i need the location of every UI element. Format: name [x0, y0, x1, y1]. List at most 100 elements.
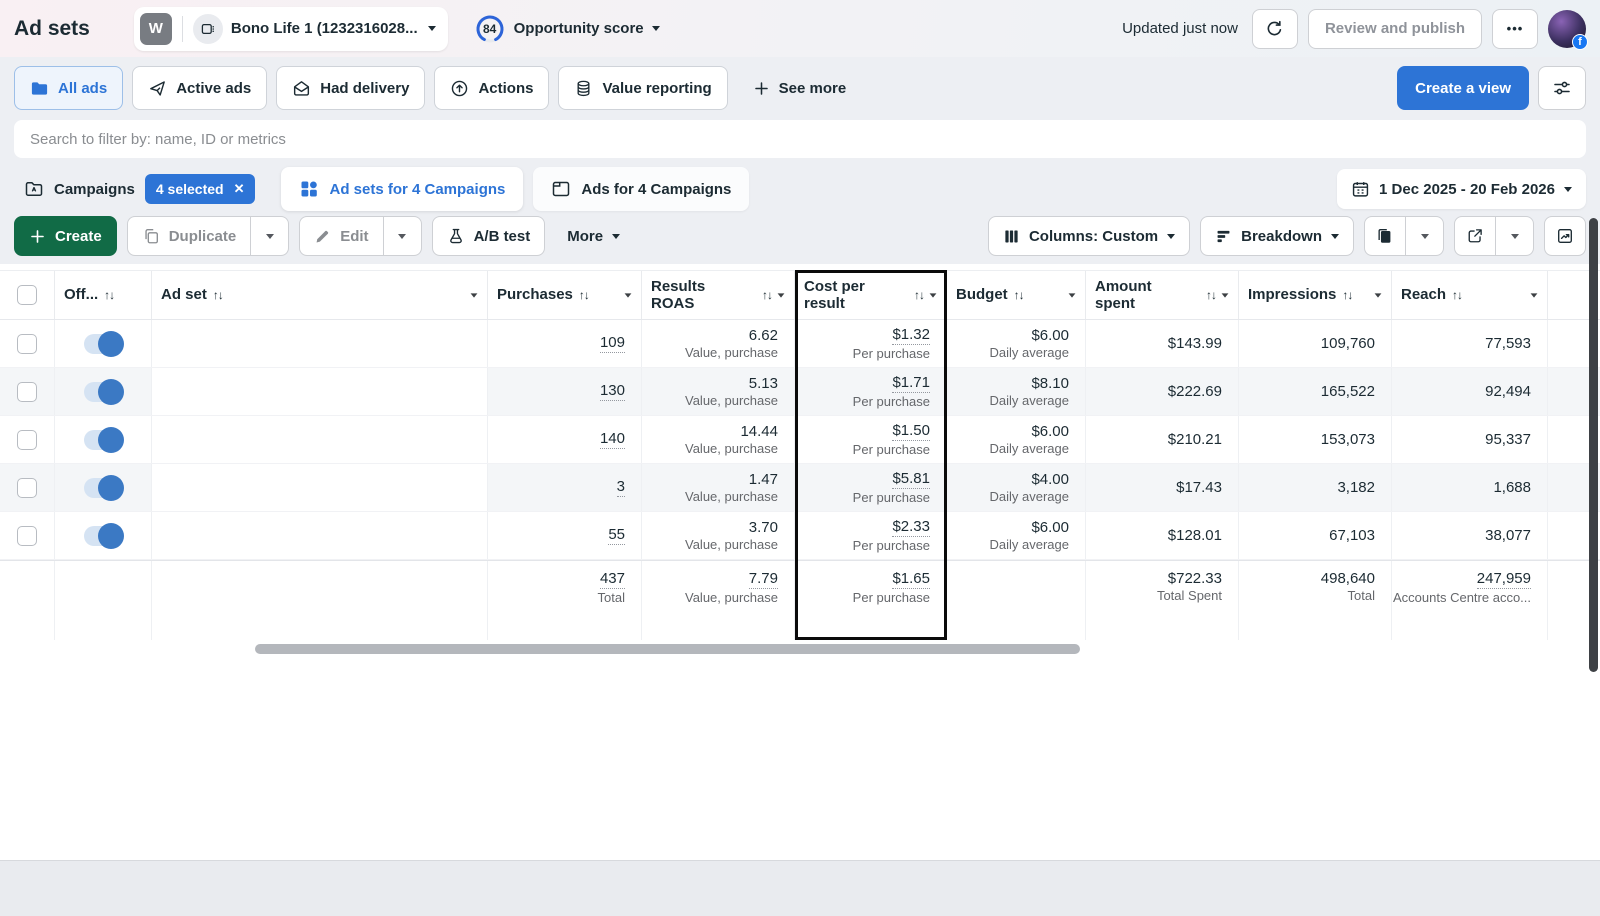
filter-chip-had-delivery[interactable]: Had delivery: [276, 66, 425, 110]
row-checkbox[interactable]: [17, 334, 37, 354]
chevron-down-icon[interactable]: [1069, 293, 1076, 297]
score-ring: 84: [474, 13, 506, 45]
row-checkbox[interactable]: [17, 430, 37, 450]
budget-sublabel: Daily average: [990, 489, 1070, 504]
purchases-value[interactable]: 55: [608, 526, 625, 545]
cpr-value[interactable]: $1.32: [892, 326, 930, 345]
edit-button[interactable]: Edit: [299, 216, 383, 256]
more-options-button[interactable]: •••: [1492, 9, 1538, 49]
score-value: 84: [474, 13, 506, 45]
purchases-value[interactable]: 109: [600, 334, 625, 353]
export-dropdown[interactable]: [1496, 216, 1534, 256]
workspace-badge[interactable]: W: [140, 13, 172, 45]
adset-name-cell[interactable]: [152, 416, 488, 463]
see-more-button[interactable]: See more: [737, 66, 863, 110]
review-publish-button[interactable]: Review and publish: [1308, 9, 1482, 49]
edit-dropdown[interactable]: [384, 216, 422, 256]
vertical-scrollbar[interactable]: [1589, 218, 1598, 672]
column-header-adset[interactable]: Ad set: [152, 271, 488, 319]
purchases-value[interactable]: 140: [600, 430, 625, 449]
adset-status-toggle[interactable]: [84, 478, 122, 498]
create-view-button[interactable]: Create a view: [1397, 66, 1529, 110]
reports-dropdown[interactable]: [1406, 216, 1444, 256]
duplicate-button[interactable]: Duplicate: [127, 216, 252, 256]
duplicate-dropdown[interactable]: [251, 216, 289, 256]
close-icon[interactable]: ✕: [234, 181, 245, 197]
total-blank-cell: [152, 561, 488, 640]
chevron-down-icon[interactable]: [1375, 293, 1382, 297]
filter-chip-all-ads[interactable]: All ads: [14, 66, 123, 110]
spent-value: $143.99: [1168, 335, 1222, 352]
adset-status-toggle[interactable]: [84, 334, 122, 354]
row-toggle-cell: [55, 464, 152, 511]
sort-icon: [1342, 286, 1352, 303]
chevron-down-icon[interactable]: [625, 293, 632, 297]
chevron-down-icon[interactable]: [778, 293, 785, 297]
adset-name-cell[interactable]: [152, 368, 488, 415]
tab-campaigns[interactable]: Campaigns 4 selected ✕: [14, 174, 265, 204]
column-header-off[interactable]: Off...: [55, 271, 152, 319]
adset-status-toggle[interactable]: [84, 430, 122, 450]
view-settings-button[interactable]: [1538, 66, 1586, 110]
adset-name-cell[interactable]: [152, 464, 488, 511]
avatar[interactable]: f: [1548, 10, 1586, 48]
ab-test-button[interactable]: A/B test: [432, 216, 546, 256]
purchases-cell: 130: [488, 368, 642, 415]
table-row: 1096.62Value, purchase$1.32Per purchase$…: [0, 320, 1600, 368]
adset-name-cell[interactable]: [152, 512, 488, 559]
column-header-purchases[interactable]: Purchases: [488, 271, 642, 319]
column-header-impressions[interactable]: Impressions: [1239, 271, 1392, 319]
columns-button[interactable]: Columns: Custom: [988, 216, 1190, 256]
column-header-roas[interactable]: Results ROAS: [642, 271, 795, 319]
cpr-value[interactable]: $5.81: [892, 470, 930, 489]
selected-filter-badge[interactable]: 4 selected ✕: [145, 174, 256, 204]
column-header-cost-per-result[interactable]: Cost per result: [795, 271, 947, 319]
purchases-value[interactable]: 130: [600, 382, 625, 401]
row-checkbox[interactable]: [17, 526, 37, 546]
date-range-picker[interactable]: 1 Dec 2025 - 20 Feb 2026: [1337, 169, 1586, 209]
search-input[interactable]: [14, 120, 1586, 158]
cpr-value[interactable]: $1.50: [892, 422, 930, 441]
chevron-down-icon[interactable]: [930, 293, 937, 297]
cpr-value[interactable]: $2.33: [892, 518, 930, 537]
filter-chip-active-ads[interactable]: Active ads: [132, 66, 267, 110]
adset-status-toggle[interactable]: [84, 382, 122, 402]
chevron-down-icon[interactable]: [1222, 293, 1229, 297]
tab-ad-sets[interactable]: Ad sets for 4 Campaigns: [281, 167, 523, 211]
impressions-cell: 67,103: [1239, 512, 1392, 559]
chevron-down-icon[interactable]: [1531, 293, 1538, 297]
account-selector[interactable]: W Bono Life 1 (1232316028...: [134, 7, 448, 51]
tab-ads[interactable]: Ads for 4 Campaigns: [533, 167, 749, 211]
roas-value: 14.44: [740, 423, 778, 440]
cost-per-result-cell: $1.32Per purchase: [795, 320, 947, 367]
row-toggle-cell: [55, 368, 152, 415]
column-header-budget[interactable]: Budget: [947, 271, 1086, 319]
more-menu-button[interactable]: More: [555, 216, 632, 256]
export-button[interactable]: [1454, 216, 1496, 256]
opportunity-score[interactable]: 84 Opportunity score: [474, 13, 660, 45]
sort-icon: [914, 286, 924, 303]
chevron-down-icon[interactable]: [471, 293, 478, 297]
horizontal-scrollbar[interactable]: [255, 644, 1080, 654]
create-button[interactable]: Create: [14, 216, 117, 256]
filter-chip-actions[interactable]: Actions: [434, 66, 549, 110]
total-budget-cell: [947, 561, 1086, 640]
select-all-checkbox[interactable]: [17, 285, 37, 305]
export-split-button: [1454, 216, 1534, 256]
column-header-amount-spent[interactable]: Amount spent: [1086, 271, 1239, 319]
purchases-value[interactable]: 3: [617, 478, 625, 497]
reports-button[interactable]: [1364, 216, 1406, 256]
column-header-reach[interactable]: Reach: [1392, 271, 1548, 319]
breakdown-button[interactable]: Breakdown: [1200, 216, 1354, 256]
row-checkbox[interactable]: [17, 478, 37, 498]
roas-cell: 6.62Value, purchase: [642, 320, 795, 367]
purchases-cell: 140: [488, 416, 642, 463]
adset-name-cell[interactable]: [152, 320, 488, 367]
filter-chip-value-reporting[interactable]: Value reporting: [558, 66, 727, 110]
cpr-value[interactable]: $1.71: [892, 374, 930, 393]
view-charts-button[interactable]: [1544, 216, 1586, 256]
refresh-button[interactable]: [1252, 9, 1298, 49]
row-checkbox[interactable]: [17, 382, 37, 402]
adset-status-toggle[interactable]: [84, 526, 122, 546]
amount-spent-cell: $222.69: [1086, 368, 1239, 415]
